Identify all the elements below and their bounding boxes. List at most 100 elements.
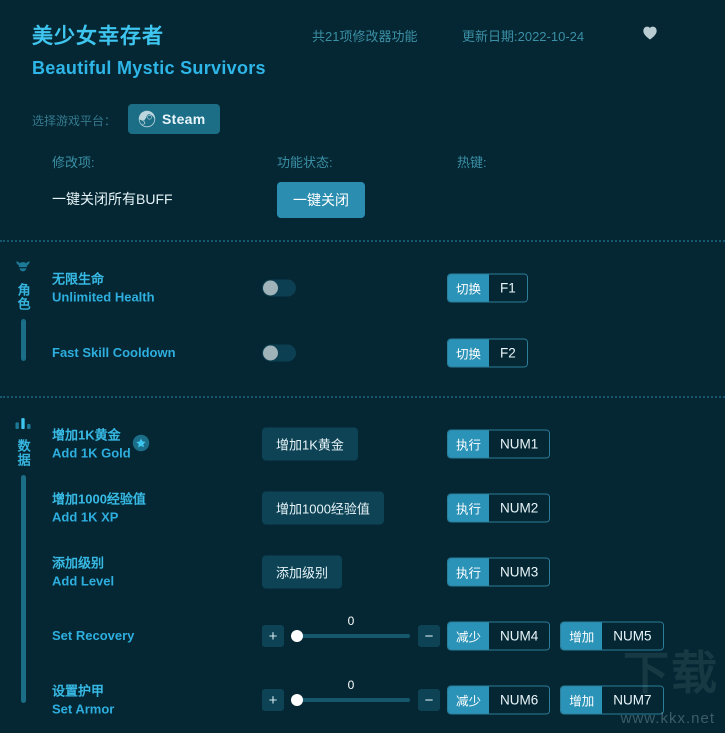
slider-value: 0 (347, 614, 355, 628)
feature-action-button[interactable]: 增加1K黄金 (262, 427, 358, 461)
feature-label-en: Add Level (52, 573, 115, 588)
feature-labels: 增加1000经验值 Add 1K XP (52, 490, 252, 525)
feature-slider: +0 − (262, 678, 440, 711)
feature-action-button[interactable]: 添加级别 (262, 555, 343, 589)
feature-row: 添加级别 Add Level 添加级别 执行 NUM3 (0, 540, 725, 604)
section-divider (0, 240, 725, 242)
feature-hotkeys: 执行 NUM1 (447, 429, 551, 459)
slider-knob[interactable] (291, 694, 303, 706)
hotkey-pill[interactable]: 执行 NUM2 (447, 493, 551, 523)
platform-selector-row: 选择游戏平台： Steam (0, 104, 725, 138)
section-data: 数据 增加1K黄金 Add 1K Gold 增加1K黄金 执行 NUM1 增加1000经验值… (0, 412, 725, 733)
feature-control: 添加级别 (262, 555, 343, 589)
hotkey-pill[interactable]: 切换 F1 (447, 273, 528, 303)
hotkey-action-label: 执行 (448, 558, 490, 586)
hotkey-pill[interactable]: 切换 F2 (447, 338, 528, 368)
update-date-label: 更新日期:2022-10-24 (462, 29, 585, 44)
hotkey-action-label: 增加 (561, 622, 603, 650)
slider-increase-button[interactable]: + (262, 625, 284, 647)
hotkey-action-label: 切换 (448, 274, 490, 302)
hotkey-pill[interactable]: 执行 NUM1 (447, 429, 551, 459)
hotkey-action-label: 减少 (448, 686, 490, 714)
global-disable-row: 一键关闭所有BUFF 一键关闭 (0, 182, 725, 226)
hotkey-pill[interactable]: 减少 NUM4 (447, 621, 551, 651)
hotkey-pill[interactable]: 减少 NUM6 (447, 685, 551, 715)
hotkey-key-label: NUM3 (489, 558, 550, 586)
hotkey-pill[interactable]: 增加 NUM7 (560, 685, 664, 715)
feature-control (262, 344, 296, 362)
hotkey-pill[interactable]: 增加 NUM5 (560, 621, 664, 651)
feature-label-en: Set Recovery (52, 628, 135, 644)
feature-labels: Fast Skill Cooldown (52, 344, 252, 362)
section-character: 角色 无限生命 Unlimited Health 切换 F1 Fast Skill Coo… (0, 256, 725, 386)
feature-hotkeys: 减少 NUM6 增加 NUM7 (447, 685, 664, 715)
section-divider (0, 396, 725, 398)
toggle-knob (263, 345, 278, 361)
global-disable-button[interactable]: 一键关闭 (277, 182, 365, 218)
global-disable-label: 一键关闭所有BUFF (52, 191, 173, 207)
feature-control: 增加1000经验值 (262, 491, 384, 525)
column-header-name: 修改项: (52, 155, 95, 170)
slider-increase-button[interactable]: + (262, 689, 284, 711)
feature-label-cn: 增加1K黄金 (52, 427, 121, 443)
platform-steam-label: Steam (162, 111, 206, 127)
feature-toggle[interactable] (262, 279, 296, 297)
feature-hotkeys: 切换 F2 (447, 338, 528, 368)
hotkey-action-label: 执行 (448, 494, 490, 522)
hotkey-action-label: 切换 (448, 339, 490, 367)
hotkey-key-label: NUM4 (489, 622, 550, 650)
hotkey-key-label: NUM1 (489, 430, 550, 458)
feature-labels: 无限生命 Unlimited Health (52, 270, 252, 305)
feature-row: Set Recovery +0 − 减少 NUM4 增加 NUM5 (0, 604, 725, 668)
slider-decrease-button[interactable]: − (418, 689, 440, 711)
slider-value: 0 (347, 678, 355, 692)
feature-control (262, 279, 296, 297)
feature-label-en: Set Armor (52, 701, 115, 716)
app-header: 美少女幸存者 Beautiful Mystic Survivors 共21项修改… (0, 0, 725, 96)
column-header-status: 功能状态: (277, 155, 333, 170)
slider-track[interactable]: 0 (291, 678, 410, 706)
hotkey-key-label: NUM5 (602, 622, 663, 650)
slider-knob[interactable] (291, 630, 303, 642)
feature-row: Fast Skill Cooldown 切换 F2 (0, 321, 725, 385)
feature-hotkeys: 执行 NUM2 (447, 493, 551, 523)
steam-icon (138, 110, 156, 128)
feature-label-cn: 增加1000经验值 (52, 491, 146, 507)
feature-labels: 添加级别 Add Level (52, 554, 252, 589)
hotkey-key-label: NUM2 (489, 494, 550, 522)
slider-decrease-button[interactable]: − (418, 625, 440, 647)
platform-label: 选择游戏平台： (32, 114, 117, 128)
page-title-en: Beautiful Mystic Survivors (32, 58, 266, 78)
toggle-knob (263, 280, 278, 296)
feature-label-en: Unlimited Health (52, 289, 155, 304)
hotkey-action-label: 减少 (448, 622, 490, 650)
feature-label-en: Add 1K XP (52, 509, 119, 524)
column-header-hotkey: 热键: (457, 155, 487, 170)
feature-label-cn: 无限生命 (52, 271, 105, 287)
feature-label-en: Add 1K Gold (52, 445, 131, 460)
star-badge-icon (132, 434, 150, 452)
page-title-cn: 美少女幸存者 (32, 25, 164, 48)
feature-control: 增加1K黄金 (262, 427, 358, 461)
hotkey-key-label: NUM6 (489, 686, 550, 714)
feature-labels: 增加1K黄金 Add 1K Gold (52, 426, 252, 461)
feature-label-cn: 添加级别 (52, 555, 105, 571)
feature-labels: 设置护甲 Set Armor (52, 682, 252, 717)
feature-row: 无限生命 Unlimited Health 切换 F1 (0, 256, 725, 320)
hotkey-key-label: F1 (489, 274, 527, 302)
platform-steam-button[interactable]: Steam (128, 104, 220, 134)
feature-hotkeys: 减少 NUM4 增加 NUM5 (447, 621, 664, 651)
hotkey-pill[interactable]: 执行 NUM3 (447, 557, 551, 587)
hotkey-action-label: 执行 (448, 430, 490, 458)
feature-control: +0 − (262, 614, 440, 647)
slider-track[interactable]: 0 (291, 614, 410, 642)
feature-slider: +0 − (262, 614, 440, 647)
heart-icon[interactable] (640, 22, 660, 42)
feature-count-label: 共21项修改器功能 (312, 29, 418, 44)
feature-row: 增加1K黄金 Add 1K Gold 增加1K黄金 执行 NUM1 (0, 412, 725, 476)
feature-row: 设置护甲 Set Armor +0 − 减少 NUM6 增加 NUM7 (0, 668, 725, 732)
hotkey-key-label: F2 (489, 339, 527, 367)
feature-toggle[interactable] (262, 344, 296, 362)
feature-action-button[interactable]: 增加1000经验值 (262, 491, 384, 525)
feature-row: 增加1000经验值 Add 1K XP 增加1000经验值 执行 NUM2 (0, 476, 725, 540)
